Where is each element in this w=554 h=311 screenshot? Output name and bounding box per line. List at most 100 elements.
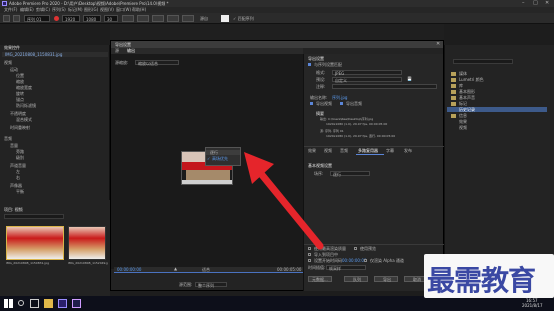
selection-tool-button[interactable] (3, 15, 10, 22)
audio-prop-panner[interactable]: 声像器 (10, 184, 22, 188)
tool-button-b[interactable] (137, 15, 149, 22)
audio-prop-balance[interactable]: 平衡 (16, 190, 24, 194)
effects-item-0[interactable]: 媒体 (459, 72, 467, 76)
menu-sequence[interactable]: 序列(S) (52, 8, 66, 12)
windows-start-icon[interactable] (4, 299, 13, 308)
panel-tab-project[interactable]: 项目: 视频 (4, 208, 23, 212)
tool-button-e[interactable] (182, 15, 194, 22)
tab-publish[interactable]: 发布 (404, 149, 412, 153)
project-search-input[interactable] (4, 214, 64, 219)
menu-file[interactable]: 文件(F) (4, 8, 17, 12)
close-icon[interactable]: ✕ (545, 1, 549, 6)
export-video-checkbox[interactable] (310, 102, 313, 105)
maximize-icon[interactable]: □ (533, 1, 538, 6)
fps-field[interactable]: 30 (104, 15, 118, 22)
scrub-bar[interactable]: 00:00:00:00 ▲ 适合 00:00:05:00 (114, 267, 304, 273)
tab-audio[interactable]: 音频 (340, 149, 348, 153)
render-alpha-checkbox[interactable] (364, 259, 367, 262)
audio-prop-bypass[interactable]: 旁路 (16, 150, 24, 154)
audio-prop-left[interactable]: 左 (16, 170, 20, 174)
audio-prop-volume[interactable]: 音量 (10, 144, 18, 148)
use-previews-checkbox[interactable] (354, 247, 357, 250)
prop-anchor[interactable]: 锚点 (16, 98, 24, 102)
effects-item-5[interactable]: 标记 (459, 102, 467, 106)
queue-button[interactable]: 队列 (344, 276, 368, 282)
effects-search-input[interactable] (453, 59, 513, 64)
start-timecode-value[interactable]: 00:00:00:00 (342, 259, 366, 263)
effects-item-6[interactable]: 历史记录 (459, 108, 475, 112)
height-field[interactable]: 1080 (83, 15, 101, 22)
field-order-select[interactable]: 逐行 (330, 171, 370, 176)
effects-item-8[interactable]: 效果 (459, 120, 467, 124)
tab-video[interactable]: 视频 (324, 149, 332, 153)
effects-item-2[interactable]: 库 (459, 84, 463, 88)
save-preset-icon[interactable]: 💾 (407, 77, 412, 81)
import-into-project-checkbox[interactable] (308, 253, 311, 256)
panel-tab-effect-controls[interactable]: 效果控件 (4, 46, 20, 50)
prop-motion[interactable]: 运动 (10, 68, 18, 72)
prop-anti-flicker[interactable]: 防闪烁滤镜 (16, 104, 36, 108)
prop-scale-width[interactable]: 缩放宽度 (16, 86, 32, 90)
set-start-timecode-checkbox[interactable] (308, 259, 311, 262)
effects-item-7[interactable]: 信息 (459, 114, 467, 118)
effects-item-1[interactable]: Lumetri 颜色 (459, 78, 484, 82)
comment-field[interactable] (332, 84, 437, 89)
export-button[interactable]: 导出 (374, 276, 398, 282)
prop-position[interactable]: 位置 (16, 74, 24, 78)
menu-edit[interactable]: 编辑(E) (20, 8, 34, 12)
sequence-field[interactable]: 序列 01 (24, 15, 50, 22)
menu-view[interactable]: 视图(V) (100, 8, 114, 12)
dropdown-option-progressive[interactable]: 逐行 (210, 151, 218, 155)
tool-button-c[interactable] (152, 15, 164, 22)
match-sequence-checkbox[interactable] (308, 63, 311, 66)
search-icon[interactable] (18, 300, 24, 306)
menu-marker[interactable]: 标记(M) (68, 8, 83, 12)
tab-multiplexer[interactable]: 多路复用器 (358, 149, 378, 153)
tab-output[interactable]: 输出 (127, 49, 135, 53)
effects-item-3[interactable]: 基本图形 (459, 90, 475, 94)
playhead-icon[interactable]: ▲ (174, 267, 177, 271)
effects-item-4[interactable]: 基本声音 (459, 96, 475, 100)
tab-captions[interactable]: 字幕 (386, 149, 394, 153)
ae-ae-icon[interactable] (72, 299, 81, 308)
premiere-pr-icon[interactable] (58, 299, 67, 308)
minimize-icon[interactable]: – (522, 1, 525, 6)
output-name-link[interactable]: 序列.jpg (332, 96, 347, 100)
project-thumbnail-2[interactable] (68, 226, 106, 260)
arrow-tool-icon[interactable] (221, 15, 229, 22)
menu-window[interactable]: 窗口(W) (116, 8, 131, 12)
preset-select[interactable]: 自定义 (332, 77, 402, 82)
dialog-close-icon[interactable]: ✕ (436, 42, 440, 47)
tab-source[interactable]: 源 (115, 49, 119, 53)
export-audio-checkbox[interactable] (340, 102, 343, 105)
audio-prop-channel-volume[interactable]: 声道音量 (10, 164, 26, 168)
interpolation-select[interactable]: 帧采样 (326, 265, 366, 270)
file-explorer-icon[interactable] (44, 299, 53, 308)
prop-blend-mode[interactable]: 混合模式 (16, 118, 32, 122)
task-view-icon[interactable] (30, 299, 39, 308)
record-icon[interactable] (54, 16, 59, 21)
effects-item-9[interactable]: 视频 (459, 126, 467, 130)
format-select[interactable]: JPEG (332, 70, 402, 75)
fit-select[interactable]: 适合 (202, 268, 210, 272)
tool-button-d[interactable] (167, 15, 179, 22)
project-thumbnail-1[interactable] (6, 226, 64, 260)
menu-graphics[interactable]: 图形(G) (84, 8, 98, 12)
source-scaling-select[interactable]: 缩放以适合 (135, 60, 179, 65)
tool-button-a[interactable] (122, 15, 134, 22)
audio-prop-right[interactable]: 右 (16, 176, 20, 180)
menu-help[interactable]: 帮助(H) (132, 8, 146, 12)
menu-clip[interactable]: 剪辑(C) (36, 8, 50, 12)
prop-rotation[interactable]: 旋转 (16, 92, 24, 96)
clock-date[interactable]: 2021/8/17 (522, 304, 543, 308)
prop-scale[interactable]: 缩放 (16, 80, 24, 84)
track-tool-button[interactable] (13, 15, 20, 22)
metadata-button[interactable]: 元数据... (308, 276, 332, 282)
prop-opacity[interactable]: 不透明度 (10, 112, 26, 116)
audio-prop-level[interactable]: 级别 (16, 156, 24, 160)
dropdown-option-upper-first[interactable]: 高场优先 (212, 157, 228, 161)
prop-time-remap[interactable]: 时间重映射 (10, 126, 30, 130)
match-sequence-option[interactable]: ✓ 匹配序列 (233, 17, 254, 21)
source-range-select[interactable]: 整个序列 (195, 282, 227, 287)
width-field[interactable]: 1920 (62, 15, 80, 22)
